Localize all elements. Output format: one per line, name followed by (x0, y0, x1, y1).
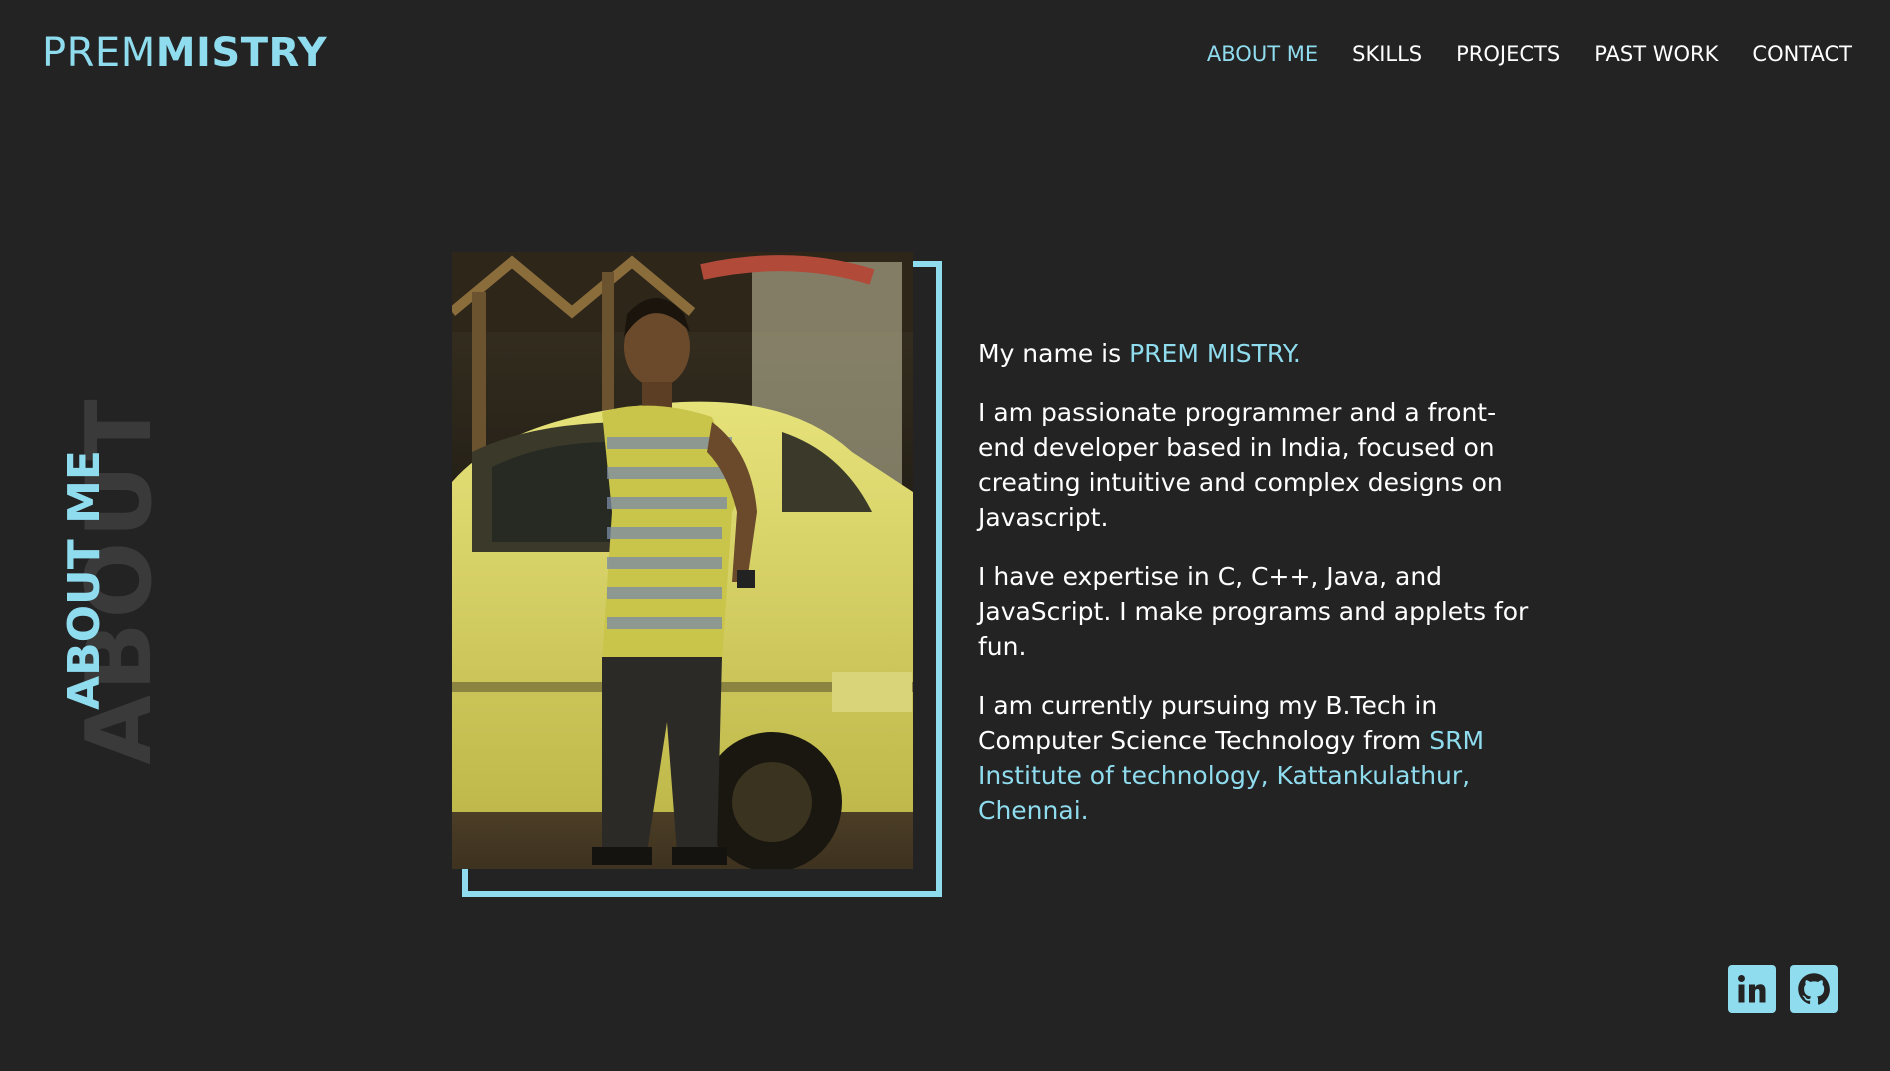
logo-last: MISTRY (155, 30, 328, 76)
about-intro: My name is PREM MISTRY. (978, 336, 1538, 371)
main-nav: ABOUT ME SKILLS PROJECTS PAST WORK CONTA… (1207, 38, 1852, 70)
logo-first: PREM (42, 30, 156, 76)
linkedin-icon-glyph (1738, 975, 1766, 1003)
about-text: My name is PREM MISTRY. I am passionate … (978, 336, 1538, 852)
about-paragraph-1: I am passionate programmer and a front-e… (978, 398, 1503, 532)
profile-photo-illustration (452, 252, 913, 869)
section-title: ABOUT ME (59, 450, 110, 710)
page: PREMMISTRY ABOUT ME SKILLS PROJECTS PAST… (0, 0, 1890, 1071)
logo[interactable]: PREMMISTRY (42, 28, 327, 78)
about-name: PREM MISTRY. (1129, 339, 1301, 368)
nav-contact[interactable]: CONTACT (1752, 38, 1852, 70)
nav-projects[interactable]: PROJECTS (1456, 38, 1560, 70)
nav-past-work[interactable]: PAST WORK (1594, 38, 1718, 70)
social-links (1728, 965, 1838, 1013)
linkedin-icon[interactable] (1728, 965, 1776, 1013)
about-name-prefix: My name is (978, 339, 1130, 368)
about-paragraph-2: I have expertise in C, C++, Java, and Ja… (978, 562, 1529, 661)
nav-skills[interactable]: SKILLS (1352, 38, 1422, 70)
about-education-prefix: I am currently pursuing my B.Tech in Com… (978, 691, 1438, 755)
github-icon[interactable] (1790, 965, 1838, 1013)
about-paragraph-3: I am currently pursuing my B.Tech in Com… (978, 688, 1538, 828)
nav-about-me[interactable]: ABOUT ME (1207, 38, 1318, 70)
profile-photo (452, 252, 913, 869)
github-icon-glyph (1798, 973, 1830, 1005)
